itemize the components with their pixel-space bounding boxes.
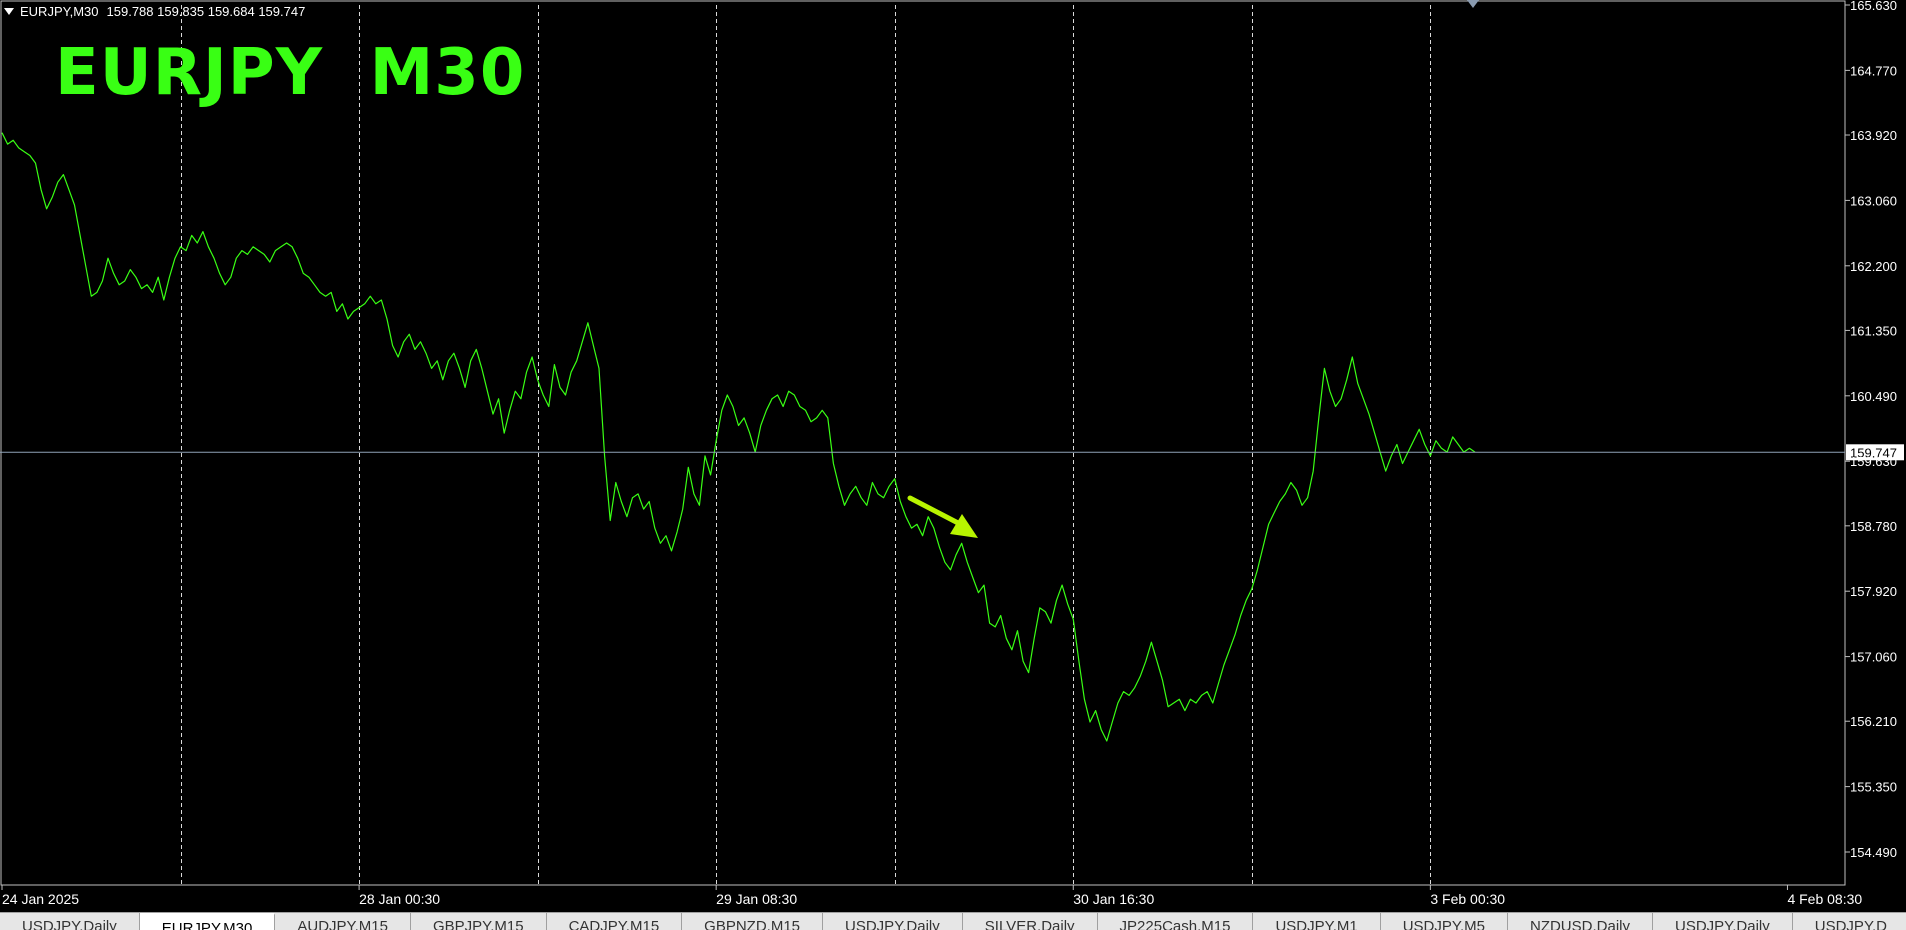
chart-header: EURJPY,M30 159.788 159.835 159.684 159.7… — [4, 2, 305, 20]
chart-tab[interactable]: USDJPY,Daily — [0, 913, 140, 930]
y-axis: 165.630 164.770 163.920 163.060 162.200 161.3… — [1845, 0, 1897, 860]
chart-tab[interactable]: CADJPY,M15 — [546, 913, 683, 930]
x-tick-label: 29 Jan 08:30 — [716, 891, 797, 907]
price-chart[interactable]: 159.747 165.630164.770163.920163.060162.… — [0, 0, 1906, 929]
annotation-arrow-shaft — [907, 495, 963, 527]
x-axis: 24 Jan 2025 28 Jan 00:30 29 Jan 08:30 30 Ja… — [1, 885, 1862, 907]
x-tick-label: 28 Jan 00:30 — [359, 891, 440, 907]
y-tick-label: 157.920 — [1850, 584, 1897, 599]
y-tick-label: 155.350 — [1850, 780, 1897, 795]
y-tick-label: 161.350 — [1850, 323, 1897, 338]
dropdown-triangle-icon[interactable] — [4, 7, 14, 15]
x-tick-label: 24 Jan 2025 — [2, 891, 79, 907]
y-tick-label: 163.060 — [1850, 193, 1897, 208]
chart-tab[interactable]: NZDUSD,Daily — [1507, 913, 1653, 930]
price-line-group — [1, 132, 1476, 742]
y-tick-label: 165.630 — [1850, 0, 1897, 13]
y-tick-label: 154.490 — [1850, 845, 1897, 860]
chart-tab[interactable]: GBPJPY,M15 — [410, 913, 547, 930]
chart-tab[interactable]: USDJPY,Daily — [823, 913, 963, 930]
ohlc-values: 159.788 159.835 159.684 159.747 — [106, 3, 306, 19]
y-tick-label: 156.210 — [1850, 714, 1897, 729]
plot-frame — [0, 0, 1846, 886]
chart-overlay-title: EURJPY M30 — [55, 36, 526, 110]
x-tick-label: 3 Feb 00:30 — [1430, 891, 1505, 907]
chart-grid — [0, 0, 1846, 886]
chart-tab[interactable]: SILVER,Daily — [962, 913, 1098, 930]
price-series-line — [1, 132, 1476, 742]
chart-tab[interactable]: USDJPY,Daily — [1653, 913, 1793, 930]
x-tick-label: 30 Jan 16:30 — [1073, 891, 1154, 907]
chart-tabs-bar: USDJPY,Daily EURJPY,M30 AUDJPY,M15 GBPJPY,M… — [0, 912, 1906, 930]
y-tick-label: 160.490 — [1850, 389, 1897, 404]
y-tick-label: 164.770 — [1850, 63, 1897, 78]
y-tick-label: 163.920 — [1850, 128, 1897, 143]
chart-tab[interactable]: AUDJPY,M15 — [275, 913, 411, 930]
chart-tab[interactable]: JP225Cash,M15 — [1097, 913, 1254, 930]
symbol-label: EURJPY,M30 — [20, 3, 99, 19]
chart-tab[interactable]: USDJPY,M1 — [1253, 913, 1381, 930]
chart-tab[interactable]: USDJPY,D — [1792, 913, 1906, 930]
chart-shift-marker-icon[interactable] — [1467, 0, 1479, 8]
y-tick-label: 162.200 — [1850, 259, 1897, 274]
x-tick-label: 4 Feb 08:30 — [1787, 891, 1862, 907]
chart-tab[interactable]: EURJPY,M30 — [139, 913, 276, 930]
annotation-arrow-head-icon — [950, 514, 978, 538]
y-tick-label: 157.060 — [1850, 650, 1897, 665]
y-tick-label: 158.780 — [1850, 519, 1897, 534]
y-tick-label: 159.630 — [1850, 454, 1897, 469]
chart-tab[interactable]: USDJPY,M5 — [1380, 913, 1508, 930]
chart-tab[interactable]: GBPNZD,M15 — [682, 913, 824, 930]
